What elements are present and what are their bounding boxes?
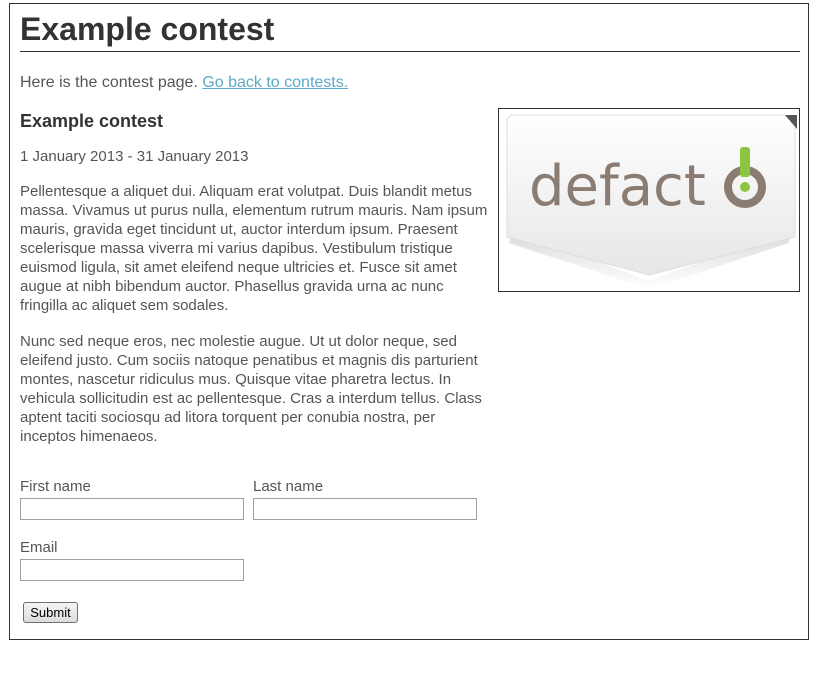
back-to-contests-link[interactable]: Go back to contests. [202, 74, 348, 91]
first-name-label: First name [20, 478, 91, 495]
last-name-label: Last name [253, 478, 324, 495]
last-name-field[interactable] [253, 498, 477, 520]
contest-logo-image: defact [498, 108, 800, 292]
content-frame: Example contest Here is the contest page… [9, 3, 809, 640]
title-divider [20, 51, 800, 52]
intro-text: Here is the contest page. [20, 74, 203, 91]
first-name-field[interactable] [20, 498, 244, 520]
contest-heading: Example contest [20, 111, 164, 131]
email-label: Email [20, 539, 58, 556]
contest-dates: 1 January 2013 - 31 January 2013 [20, 148, 249, 165]
logo-wordmark: defact [529, 154, 706, 219]
defacto-logo: defact [506, 114, 797, 289]
contest-description-paragraph: Nunc sed neque eros, nec molestie augue.… [20, 333, 482, 445]
page-title: Example contest [20, 11, 275, 47]
intro-line: Here is the contest page. Go back to con… [20, 73, 348, 93]
email-field[interactable] [20, 559, 244, 581]
contest-description-paragraph: Pellentesque a aliquet dui. Aliquam erat… [20, 183, 488, 314]
submit-button[interactable]: Submit [23, 602, 78, 623]
